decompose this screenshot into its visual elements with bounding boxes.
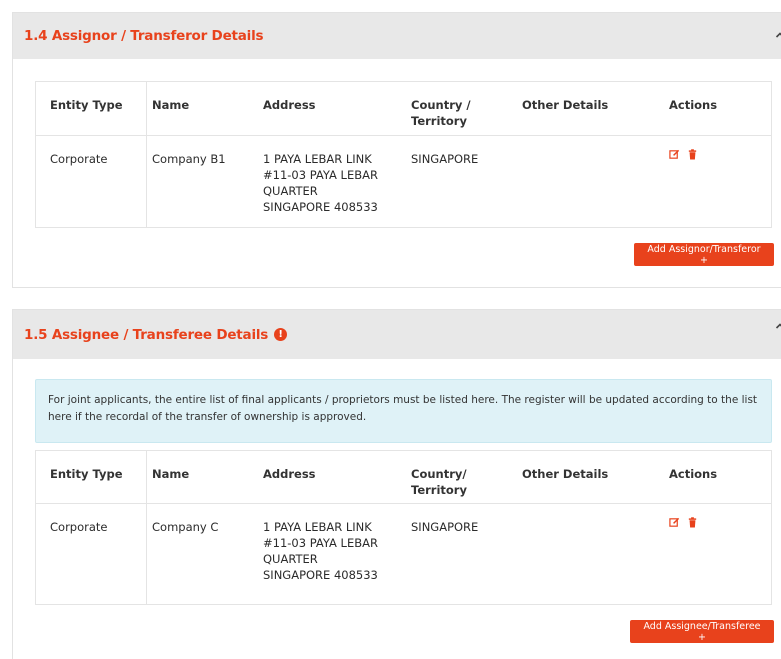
column-header-address: Address	[263, 467, 316, 481]
column-header-other-details: Other Details	[522, 467, 609, 481]
name-cell: Company C	[152, 520, 219, 534]
assignor-panel: 1.4 Assignor / Transferor Details Entity…	[12, 12, 781, 288]
entity-type-cell: Corporate	[50, 152, 108, 166]
column-header-name: Name	[152, 467, 190, 481]
assignee-panel-title: 1.5 Assignee / Transferee Details	[24, 326, 269, 343]
trash-icon[interactable]	[687, 149, 698, 160]
address-line: #11-03 PAYA LEBAR	[263, 168, 378, 182]
edit-icon[interactable]	[669, 149, 680, 160]
country-cell: SINGAPORE	[411, 152, 479, 166]
assignor-table: Entity Type Name Address Country / Terri…	[35, 81, 772, 228]
address-line: SINGAPORE 408533	[263, 568, 378, 582]
country-cell: SINGAPORE	[411, 520, 479, 534]
entity-type-cell: Corporate	[50, 520, 108, 534]
column-header-entity-type: Entity Type	[50, 98, 123, 112]
actions-cell	[669, 149, 698, 160]
info-text: For joint applicants, the entire list of…	[48, 394, 758, 423]
address-line: 1 PAYA LEBAR LINK	[263, 520, 372, 534]
assignee-panel: 1.5 Assignee / Transferee Details ! For …	[12, 309, 781, 659]
address-line: 1 PAYA LEBAR LINK	[263, 152, 372, 166]
edit-icon[interactable]	[669, 517, 680, 528]
info-icon[interactable]: !	[274, 328, 288, 341]
joint-applicants-info-box: For joint applicants, the entire list of…	[35, 379, 772, 443]
name-cell: Company B1	[152, 152, 226, 166]
column-divider	[146, 451, 147, 604]
address-line: QUARTER	[263, 184, 318, 198]
actions-cell	[669, 517, 698, 528]
chevron-up-icon[interactable]	[775, 321, 781, 331]
column-header-name: Name	[152, 98, 190, 112]
assignor-panel-title: 1.4 Assignor / Transferor Details	[24, 28, 264, 44]
add-assignor-button[interactable]: Add Assignor/Transferor +	[634, 243, 774, 266]
assignee-panel-header[interactable]: 1.5 Assignee / Transferee Details !	[13, 310, 781, 359]
address-cell: 1 PAYA LEBAR LINK #11-03 PAYA LEBAR QUAR…	[263, 151, 393, 215]
column-header-country: Country/ Territory	[411, 467, 467, 497]
address-line: #11-03 PAYA LEBAR	[263, 536, 378, 550]
column-header-actions: Actions	[669, 467, 718, 481]
column-header-country: Country / Territory	[411, 98, 471, 128]
column-divider	[146, 82, 147, 227]
column-header-entity-type: Entity Type	[50, 467, 123, 481]
chevron-up-icon[interactable]	[775, 30, 781, 40]
add-assignee-button[interactable]: Add Assignee/Transferee +	[630, 620, 774, 643]
address-line: SINGAPORE 408533	[263, 200, 378, 214]
assignee-table: Entity Type Name Address Country/ Territ…	[35, 450, 772, 605]
assignor-panel-header[interactable]: 1.4 Assignor / Transferor Details	[13, 13, 781, 59]
column-header-actions: Actions	[669, 98, 718, 112]
column-header-address: Address	[263, 98, 316, 112]
trash-icon[interactable]	[687, 517, 698, 528]
address-line: QUARTER	[263, 552, 318, 566]
column-header-other-details: Other Details	[522, 98, 609, 112]
address-cell: 1 PAYA LEBAR LINK #11-03 PAYA LEBAR QUAR…	[263, 519, 393, 583]
